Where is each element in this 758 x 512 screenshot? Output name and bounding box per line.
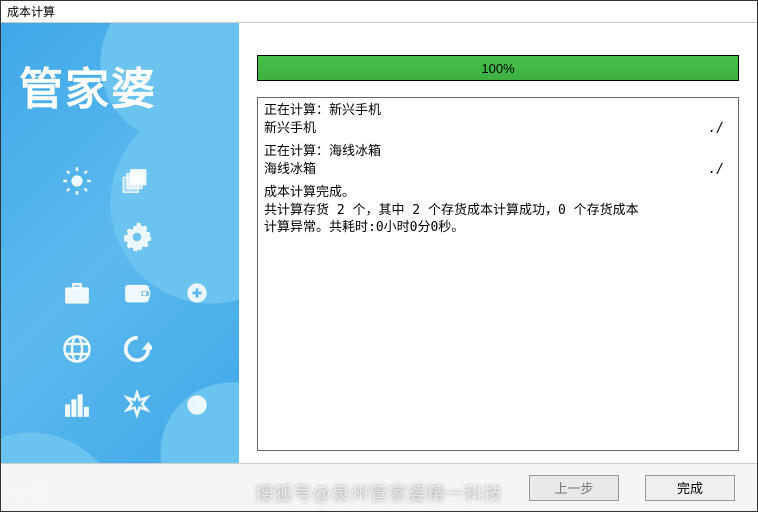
finish-button[interactable]: 完成	[645, 475, 735, 501]
plus-icon	[180, 276, 214, 310]
blank	[60, 220, 94, 254]
window: 成本计算 管家婆	[0, 0, 758, 512]
check-icon: ./	[708, 120, 732, 138]
log-line: 海线冰箱 ./	[264, 161, 732, 179]
wallet-icon	[120, 276, 154, 310]
undo-icon	[120, 332, 154, 366]
check-icon: ./	[708, 161, 732, 179]
log-line: 新兴手机 ./	[264, 120, 732, 138]
blank	[180, 164, 214, 198]
progress-bar-container: 100%	[257, 55, 739, 81]
progress-label: 100%	[258, 56, 738, 80]
gear-icon	[120, 220, 154, 254]
blank	[180, 332, 214, 366]
brand-logo: 管家婆	[19, 53, 157, 117]
log-textarea[interactable]: 正在计算：新兴手机 新兴手机 ./ 正在计算：海线冰箱 海线冰箱 ./ 成本计算…	[257, 97, 739, 451]
prev-button[interactable]: 上一步	[529, 475, 619, 501]
log-done: 成本计算完成。	[264, 184, 732, 202]
button-row: 上一步 完成	[1, 463, 757, 511]
briefcase-icon	[60, 276, 94, 310]
sidebar: 管家婆	[1, 23, 239, 463]
star-icon	[120, 388, 154, 422]
log-summary: 共计算存货 2 个，其中 2 个存货成本计算成功，0 个存货成本	[264, 202, 732, 220]
main-pane: 100% 正在计算：新兴手机 新兴手机 ./ 正在计算：海线冰箱 海线冰箱 ./…	[239, 23, 757, 463]
log-line: 正在计算：海线冰箱	[264, 143, 732, 161]
window-title: 成本计算	[7, 3, 55, 20]
sidebar-icon-grid	[47, 153, 207, 433]
pie-icon	[180, 388, 214, 422]
body: 管家婆	[1, 23, 757, 463]
sun-icon	[60, 164, 94, 198]
log-summary: 计算异常。共耗时:0小时0分0秒。	[264, 219, 732, 237]
blank	[180, 220, 214, 254]
stack-icon	[120, 164, 154, 198]
log-line: 正在计算：新兴手机	[264, 102, 732, 120]
bars-icon	[60, 388, 94, 422]
globe-icon	[60, 332, 94, 366]
titlebar: 成本计算	[1, 1, 757, 23]
